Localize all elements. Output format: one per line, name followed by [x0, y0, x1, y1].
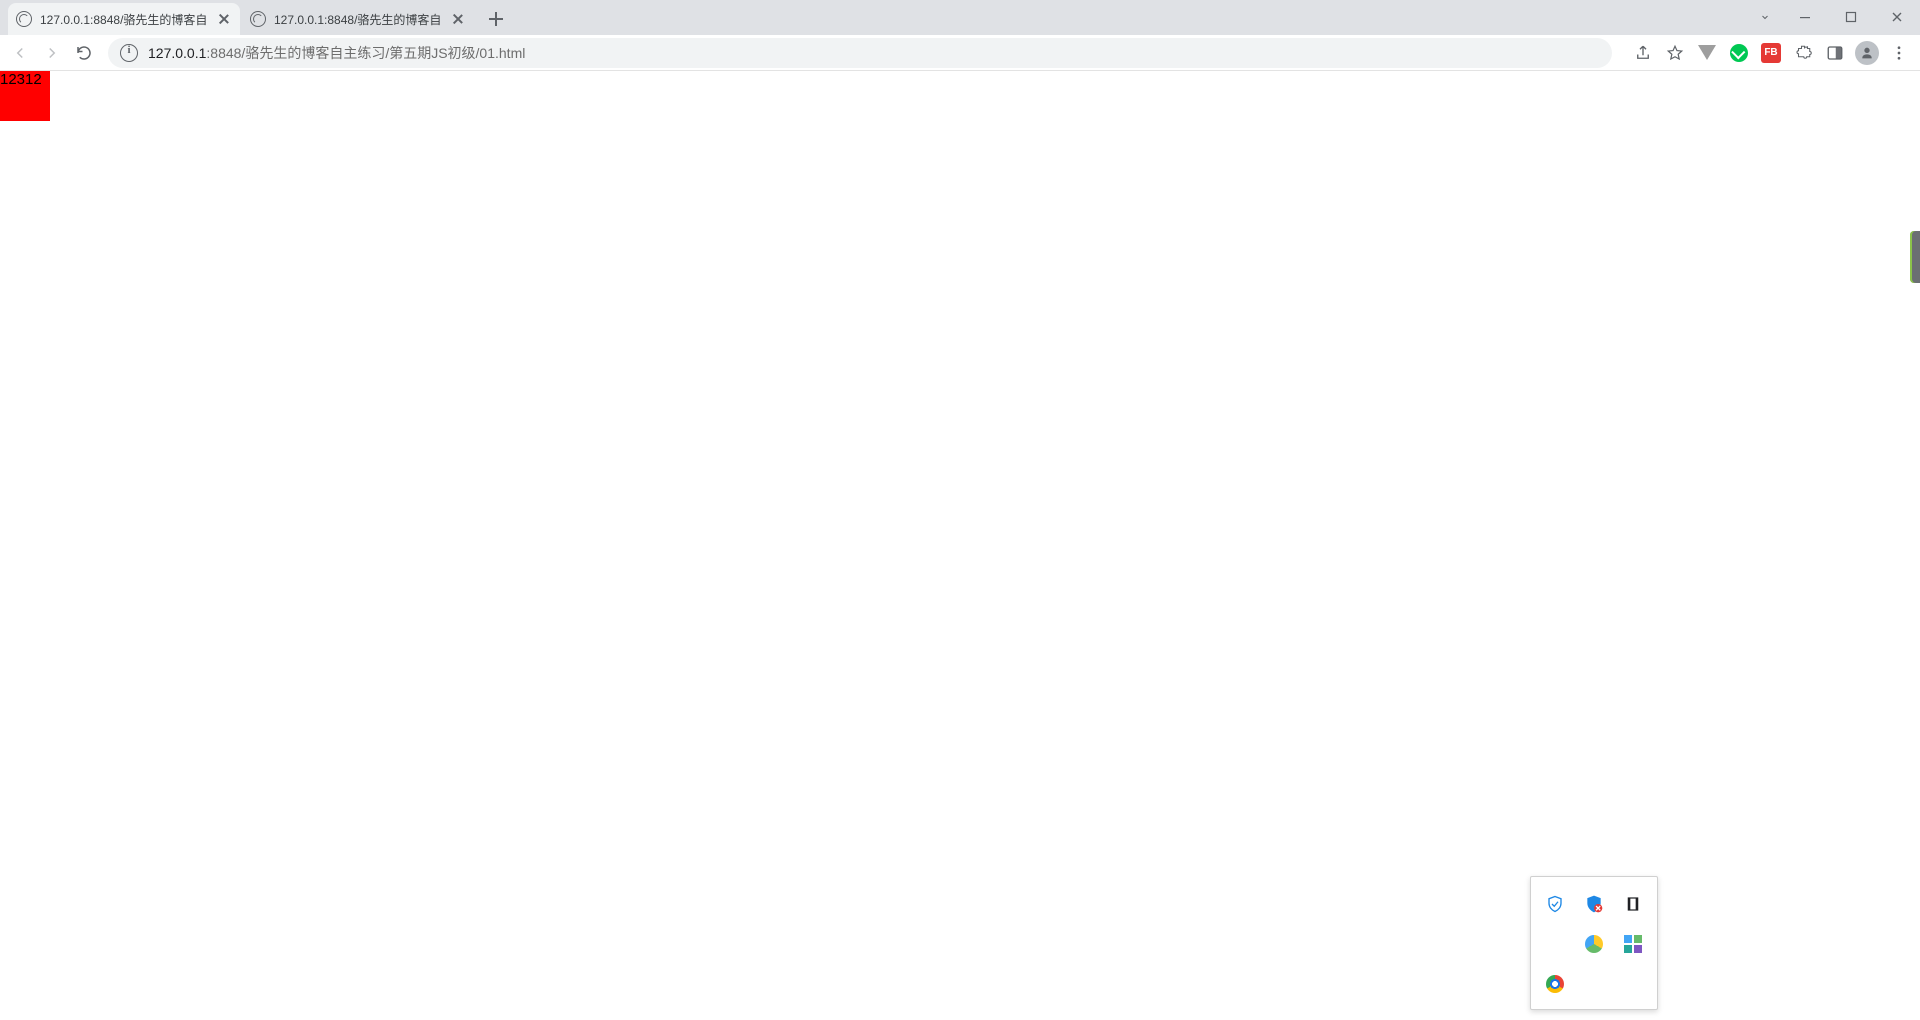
globe-icon — [16, 11, 32, 27]
close-window-button[interactable] — [1874, 0, 1920, 34]
film-icon[interactable] — [1623, 894, 1643, 914]
window-controls — [1748, 0, 1920, 34]
maximize-button[interactable] — [1828, 0, 1874, 34]
browser-tab[interactable]: 127.0.0.1:8848/骆先生的博客自 — [242, 3, 474, 35]
tab-title: 127.0.0.1:8848/骆先生的博客自 — [40, 11, 210, 28]
chrome-icon[interactable] — [1545, 974, 1565, 994]
vue-icon — [1698, 45, 1716, 60]
close-icon — [1891, 11, 1903, 23]
toolbar-actions: FB — [1622, 38, 1914, 68]
green-check-extension[interactable] — [1724, 38, 1754, 68]
share-button[interactable] — [1628, 38, 1658, 68]
address-bar[interactable]: 127.0.0.1:8848/骆先生的博客自主练习/第五期JS初级/01.htm… — [108, 38, 1612, 68]
tab-strip: 127.0.0.1:8848/骆先生的博客自 127.0.0.1:8848/骆先… — [0, 0, 1920, 35]
puzzle-icon — [1794, 44, 1812, 62]
side-panel-button[interactable] — [1820, 38, 1850, 68]
tab-search-button[interactable] — [1748, 0, 1782, 34]
fb-icon: FB — [1761, 43, 1781, 63]
plus-icon — [489, 12, 503, 26]
vue-devtools-extension[interactable] — [1692, 38, 1722, 68]
forward-button[interactable] — [38, 39, 66, 67]
new-tab-button[interactable] — [482, 5, 510, 33]
chevron-down-icon — [1759, 11, 1771, 23]
sidepanel-icon — [1826, 44, 1844, 62]
fb-extension[interactable]: FB — [1756, 38, 1786, 68]
tray-empty-slot — [1545, 934, 1565, 954]
site-info-icon[interactable] — [120, 44, 138, 62]
url-path: :8848/骆先生的博客自主练习/第五期JS初级/01.html — [206, 43, 525, 63]
arrow-right-icon — [43, 44, 61, 62]
page-viewport: 12312 — [0, 71, 1920, 1020]
kebab-icon — [1890, 44, 1908, 62]
url-host: 127.0.0.1 — [148, 45, 206, 61]
extensions-button[interactable] — [1788, 38, 1818, 68]
red-box-text: 12312 — [0, 71, 42, 88]
multicolor-ball-icon[interactable] — [1584, 934, 1604, 954]
shield-blue-icon[interactable] — [1545, 894, 1565, 914]
share-icon — [1634, 44, 1652, 62]
bookmark-button[interactable] — [1660, 38, 1690, 68]
system-tray-popup — [1530, 876, 1658, 1010]
minimize-icon — [1799, 11, 1811, 23]
maximize-icon — [1845, 11, 1857, 23]
back-button[interactable] — [6, 39, 34, 67]
reload-button[interactable] — [70, 39, 98, 67]
reload-icon — [75, 44, 93, 62]
close-icon[interactable] — [450, 11, 466, 27]
browser-tab-active[interactable]: 127.0.0.1:8848/骆先生的博客自 — [8, 3, 240, 35]
star-icon — [1666, 44, 1684, 62]
color-grid-icon[interactable] — [1623, 934, 1643, 954]
red-box: 12312 — [0, 71, 50, 121]
browser-toolbar: 127.0.0.1:8848/骆先生的博客自主练习/第五期JS初级/01.htm… — [0, 35, 1920, 71]
right-edge-handle[interactable] — [1910, 231, 1920, 283]
check-circle-icon — [1730, 44, 1748, 62]
tab-title: 127.0.0.1:8848/骆先生的博客自 — [274, 11, 444, 28]
chrome-menu-button[interactable] — [1884, 38, 1914, 68]
close-icon[interactable] — [216, 11, 232, 27]
arrow-left-icon — [11, 44, 29, 62]
minimize-button[interactable] — [1782, 0, 1828, 34]
globe-icon — [250, 11, 266, 27]
profile-button[interactable] — [1852, 38, 1882, 68]
avatar-icon — [1855, 41, 1879, 65]
shield-alert-icon[interactable] — [1584, 894, 1604, 914]
